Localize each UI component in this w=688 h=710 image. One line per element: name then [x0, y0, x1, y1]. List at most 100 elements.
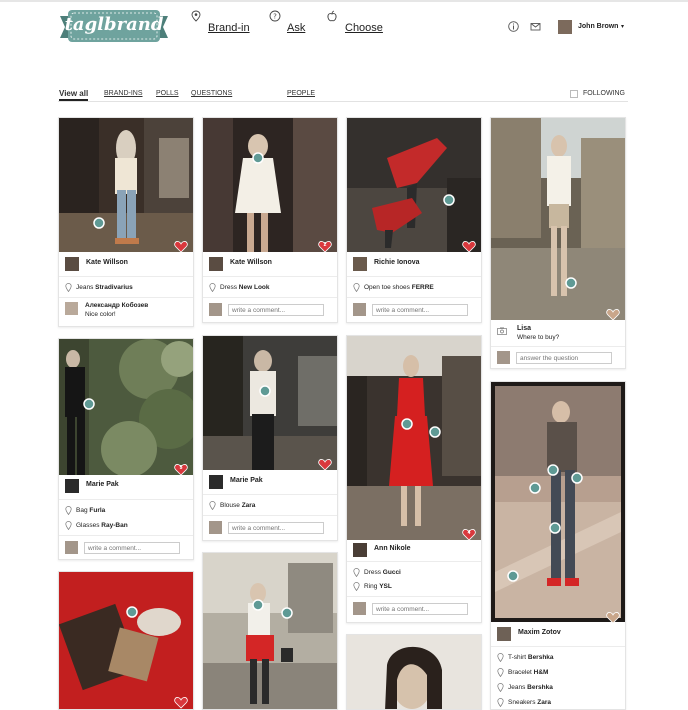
- user-avatar: [558, 20, 572, 34]
- comment-input[interactable]: [372, 603, 468, 615]
- card-divider: [491, 346, 625, 347]
- commenter-avatar: [65, 541, 78, 554]
- map-pin-icon: [353, 568, 360, 577]
- like-heart-icon[interactable]: 5: [174, 464, 188, 476]
- comment-text: Nice color!: [85, 311, 116, 318]
- post-photo[interactable]: [347, 118, 481, 252]
- post-photo[interactable]: [203, 336, 337, 470]
- card-divider: [347, 596, 481, 597]
- map-pin-icon: [209, 501, 216, 510]
- post-card[interactable]: 4 Ann Nikole Dress Gucci Ring YSL: [346, 335, 482, 623]
- map-pin-icon: [209, 283, 216, 292]
- camera-icon: [497, 327, 507, 335]
- author-name: Richie Ionova: [374, 259, 420, 266]
- map-pin-icon: [497, 653, 504, 662]
- author-name: Kate Willson: [230, 259, 272, 266]
- post-photo[interactable]: [347, 336, 481, 540]
- commenter-avatar: [497, 351, 510, 364]
- author-name: Marie Pak: [86, 481, 119, 488]
- comment-input[interactable]: [228, 522, 324, 534]
- svg-text:?: ?: [273, 13, 277, 21]
- info-icon[interactable]: [508, 21, 519, 32]
- top-bar: [0, 0, 688, 2]
- post-photo[interactable]: [59, 339, 193, 475]
- tag-item: Bag: [76, 507, 88, 514]
- post-photo[interactable]: [59, 572, 193, 709]
- post-card[interactable]: Richie Ionova Open toe shoes FERRE: [346, 117, 482, 323]
- tag-item: Dress: [364, 569, 381, 576]
- comment-input[interactable]: [84, 542, 180, 554]
- tag-item: Ring: [364, 583, 378, 590]
- like-heart-icon[interactable]: [174, 697, 188, 709]
- card-divider: [347, 297, 481, 298]
- like-heart-icon[interactable]: [318, 459, 332, 471]
- nav-brand-in-label[interactable]: Brand-in: [208, 22, 250, 34]
- chevron-down-icon: ▾: [621, 24, 625, 30]
- tab-view-all[interactable]: View all: [59, 89, 89, 101]
- commenter-avatar: [65, 302, 78, 315]
- map-pin-icon: [497, 683, 504, 692]
- like-heart-icon[interactable]: [462, 241, 476, 253]
- answer-input[interactable]: [516, 352, 612, 364]
- author-name: Maxim Zotov: [518, 629, 561, 636]
- question-card[interactable]: Lisa Where to buy?: [490, 117, 626, 369]
- post-card[interactable]: 5 Marie Pak Bag Furla Glasses Ray-Ban: [58, 338, 194, 560]
- map-pin-icon: [65, 521, 72, 530]
- nav-ask-label[interactable]: Ask: [287, 22, 305, 34]
- tab-people[interactable]: PEOPLE: [287, 90, 315, 97]
- author-avatar: [209, 475, 223, 489]
- logo[interactable]: taglbrand: [60, 8, 168, 46]
- following-label: FOLLOWING: [583, 90, 626, 97]
- comment-input[interactable]: [228, 304, 324, 316]
- post-photo[interactable]: [203, 118, 337, 252]
- nav-choose-label[interactable]: Choose: [345, 22, 383, 34]
- tab-polls[interactable]: POLLS: [156, 90, 179, 97]
- comment-input[interactable]: [372, 304, 468, 316]
- post-card[interactable]: Marie Pak Blouse Zara: [202, 335, 338, 541]
- tag-item: Dress: [220, 284, 237, 291]
- tag-item: Bracelet: [508, 669, 532, 676]
- card-divider: [59, 499, 193, 500]
- like-heart-icon[interactable]: [606, 612, 620, 624]
- card-divider: [59, 535, 193, 536]
- card-divider: [203, 494, 337, 495]
- post-photo[interactable]: [203, 553, 337, 709]
- commenter-avatar: [353, 303, 366, 316]
- like-count: 4: [467, 530, 471, 536]
- post-card[interactable]: Maxim Zotov T-shirt Bershka Bracelet H&M…: [490, 381, 626, 710]
- map-pin-icon: [65, 506, 72, 515]
- card-divider: [491, 646, 625, 647]
- tab-brand-ins[interactable]: BRAND-INS: [104, 90, 143, 97]
- map-pin-icon: [497, 668, 504, 677]
- mail-icon[interactable]: [530, 21, 541, 32]
- post-card[interactable]: 2 Kate Willson Dress New Look: [202, 117, 338, 323]
- post-card[interactable]: Kate Willson Jeans Stradivarius Александ…: [58, 117, 194, 327]
- author-name: Ann Nikole: [374, 545, 411, 552]
- tag-item: Blouse: [220, 502, 240, 509]
- following-checkbox[interactable]: [570, 90, 578, 98]
- tab-questions[interactable]: QUESTIONS: [191, 90, 232, 97]
- post-card[interactable]: [202, 552, 338, 710]
- post-photo[interactable]: [491, 382, 625, 622]
- post-photo[interactable]: [491, 118, 625, 320]
- tabs-divider: [58, 101, 628, 102]
- author-avatar: [353, 543, 367, 557]
- post-photo[interactable]: [347, 635, 481, 709]
- post-card[interactable]: [58, 571, 194, 710]
- card-divider: [59, 297, 193, 298]
- author-name: Kate Willson: [86, 259, 128, 266]
- post-card[interactable]: [346, 634, 482, 710]
- card-divider: [203, 297, 337, 298]
- author-name: Lisa: [517, 325, 532, 332]
- like-heart-icon[interactable]: 2: [318, 241, 332, 253]
- tag-item: T-shirt: [508, 654, 527, 661]
- card-divider: [347, 276, 481, 277]
- post-photo[interactable]: [59, 118, 193, 252]
- tag-brand: Zara: [241, 502, 256, 509]
- tag-brand: Zara: [537, 699, 552, 706]
- like-heart-icon[interactable]: [174, 241, 188, 253]
- like-heart-icon[interactable]: 4: [462, 529, 476, 541]
- like-count: 5: [179, 465, 183, 471]
- tag-brand: Bershka: [527, 684, 553, 691]
- like-heart-icon[interactable]: [606, 309, 620, 321]
